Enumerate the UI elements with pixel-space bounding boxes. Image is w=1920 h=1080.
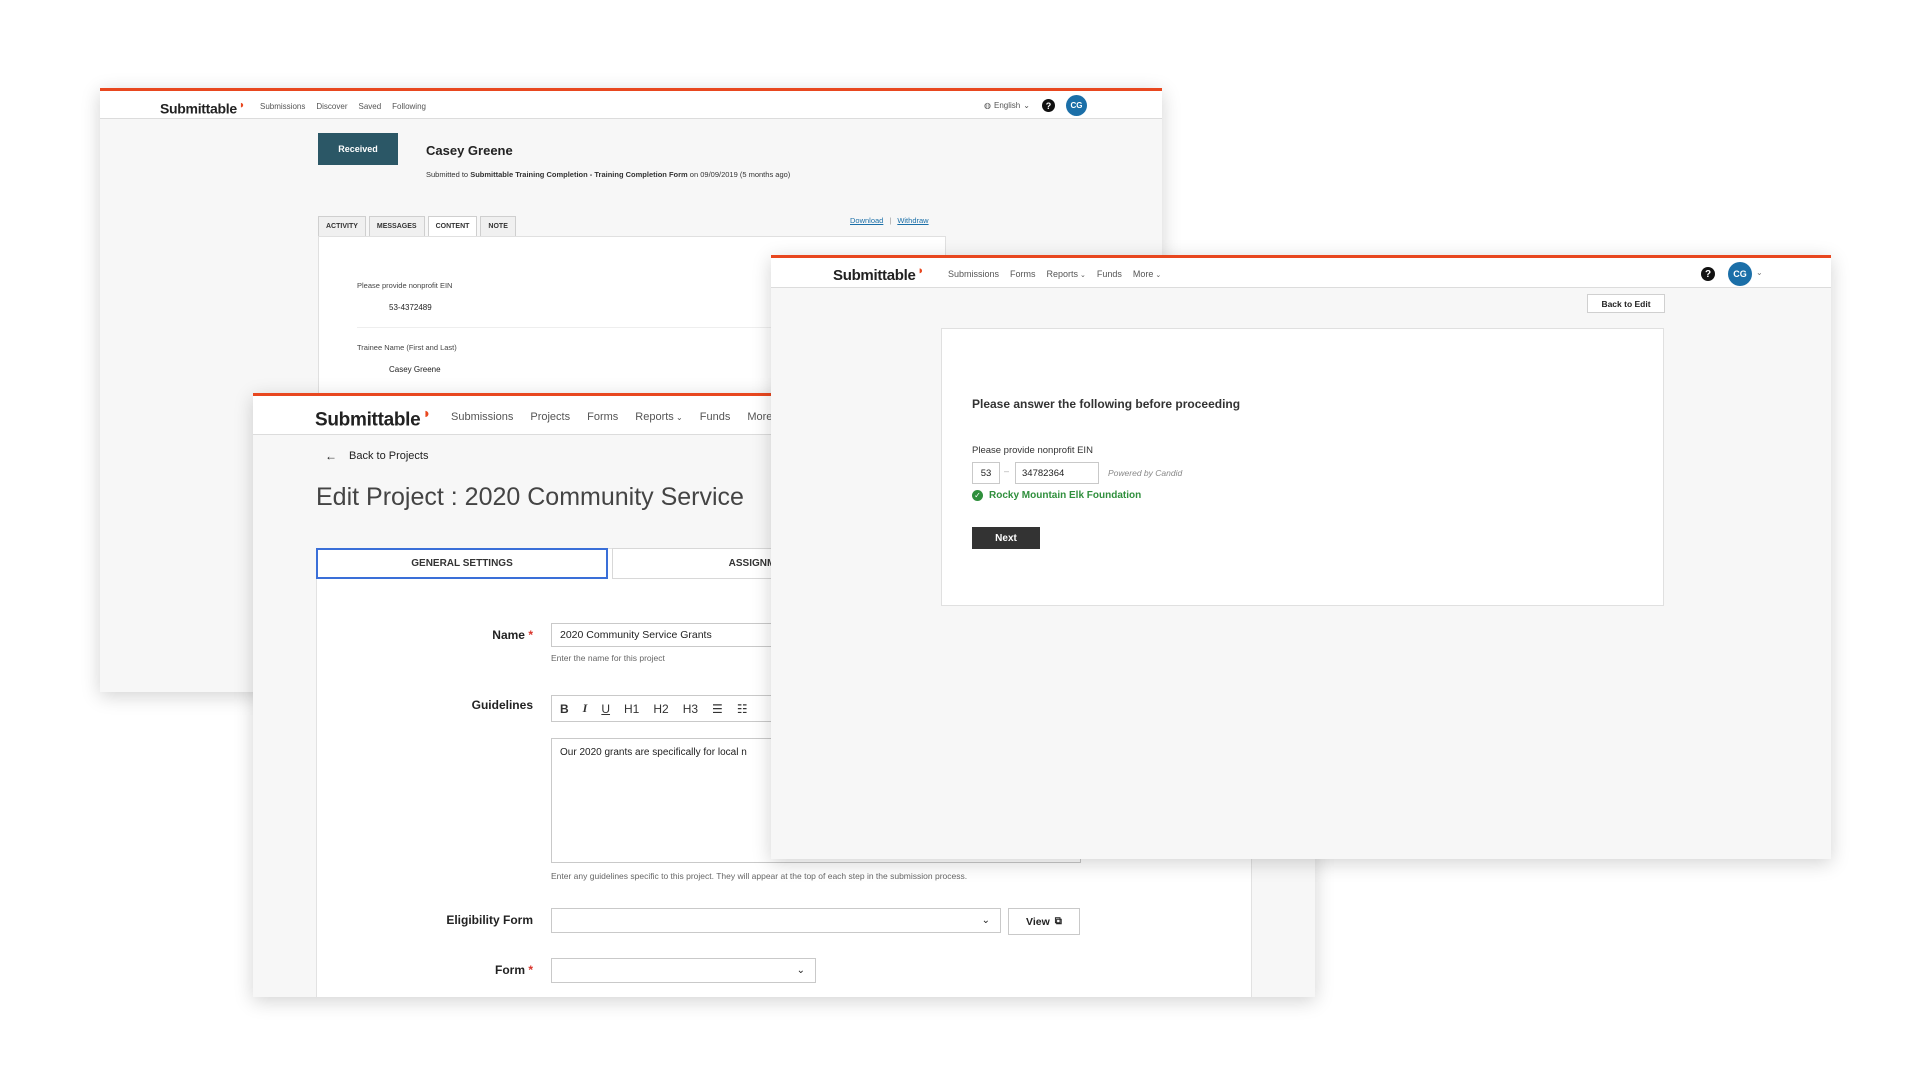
powered-by-label: Powered by Candid [1108, 468, 1183, 478]
org-match: ✓ Rocky Mountain Elk Foundation [972, 490, 1141, 501]
name-hint: Enter the name for this project [551, 653, 665, 663]
page-title: Edit Project : 2020 Community Service [316, 483, 744, 511]
tab-messages[interactable]: MESSAGES [368, 216, 425, 237]
eligibility-form-label: Eligibility Form [446, 913, 533, 927]
chevron-down-icon[interactable]: ⌄ [1756, 268, 1763, 277]
chevron-down-icon: ⌄ [1078, 272, 1086, 279]
tab-activity[interactable]: ACTIVITY [318, 216, 366, 237]
help-icon[interactable]: ? [1701, 267, 1715, 281]
chevron-down-icon: ⌄ [1153, 272, 1162, 279]
field-value: Casey Greene [389, 365, 441, 374]
nav-submissions[interactable]: Submissions [260, 102, 305, 111]
nav-reports[interactable]: Reports ⌄ [1047, 269, 1086, 279]
tab-note[interactable]: NOTE [480, 216, 516, 237]
next-button[interactable]: Next [972, 527, 1040, 549]
language-selector[interactable]: ◍ English ⌄ [984, 101, 1030, 110]
logo-mark-icon: ◗ [238, 99, 245, 111]
main-nav: Submissions Forms Reports ⌄ Funds More ⌄ [948, 269, 1161, 279]
chevron-down-icon: ⌄ [1023, 101, 1030, 110]
nav-forms[interactable]: Forms [587, 411, 618, 423]
logo-mark-icon: ◗ [422, 406, 431, 422]
avatar[interactable]: CG [1728, 262, 1752, 286]
bold-button[interactable]: B [560, 702, 569, 716]
top-nav-bar: Submittable ◗ Submissions Forms Reports ⌄… [771, 255, 1831, 288]
heading2-button[interactable]: H2 [653, 702, 668, 716]
field-label: Please provide nonprofit EIN [357, 281, 453, 290]
top-nav-bar: Submittable ◗ Submissions Discover Saved … [100, 88, 1162, 119]
italic-button[interactable]: I [583, 701, 588, 716]
submittable-logo[interactable]: Submittable ◗ [315, 406, 431, 431]
check-circle-icon: ✓ [972, 490, 983, 501]
nav-submissions[interactable]: Submissions [948, 269, 999, 279]
nav-submissions[interactable]: Submissions [451, 411, 513, 423]
guidelines-hint: Enter any guidelines specific to this pr… [551, 871, 968, 881]
form-label: Form * [494, 963, 533, 977]
eligibility-heading: Please answer the following before proce… [972, 397, 1241, 411]
status-badge: Received [318, 133, 398, 165]
arrow-left-icon: ← [325, 449, 337, 463]
avatar[interactable]: CG [1066, 95, 1087, 116]
main-nav: Submissions Projects Forms Reports ⌄ Fun… [451, 411, 781, 423]
field-value: 53-4372489 [389, 303, 432, 312]
ein-number-input[interactable]: 34782364 [1015, 462, 1099, 484]
name-label: Name * [492, 628, 533, 642]
field-label: Trainee Name (First and Last) [357, 343, 457, 352]
heading1-button[interactable]: H1 [624, 702, 639, 716]
nav-following[interactable]: Following [392, 102, 426, 111]
eligibility-window: Submittable ◗ Submissions Forms Reports ⌄… [771, 255, 1831, 859]
view-button[interactable]: View ⧉ [1008, 908, 1080, 935]
tab-content[interactable]: CONTENT [427, 216, 478, 237]
main-nav: Submissions Discover Saved Following [260, 102, 426, 111]
heading3-button[interactable]: H3 [683, 702, 698, 716]
help-icon[interactable]: ? [1042, 99, 1055, 112]
chevron-down-icon: ⌄ [673, 413, 683, 422]
numbered-list-icon[interactable]: ☷ [737, 702, 748, 716]
download-link[interactable]: Download [850, 216, 883, 225]
nav-funds[interactable]: Funds [700, 411, 731, 423]
nav-more[interactable]: More ⌄ [1133, 269, 1161, 279]
nav-funds[interactable]: Funds [1097, 269, 1122, 279]
nav-reports[interactable]: Reports ⌄ [635, 411, 682, 423]
external-link-icon: ⧉ [1054, 916, 1062, 927]
submittable-logo[interactable]: Submittable ◗ [833, 265, 924, 284]
ein-prefix-input[interactable]: 53 [972, 462, 1000, 484]
ein-dash: – [1004, 466, 1010, 476]
nav-saved[interactable]: Saved [358, 102, 381, 111]
submission-info: Submitted to Submittable Training Comple… [426, 170, 791, 179]
eligibility-form-select[interactable]: ⌄ [551, 908, 1001, 933]
chevron-down-icon: ⌄ [796, 965, 805, 976]
back-to-projects-link[interactable]: ← Back to Projects [325, 449, 428, 463]
back-to-edit-button[interactable]: Back to Edit [1587, 294, 1665, 313]
withdraw-link[interactable]: Withdraw [897, 216, 928, 225]
submission-tabs: ACTIVITY MESSAGES CONTENT NOTE [318, 216, 519, 237]
nav-projects[interactable]: Projects [530, 411, 570, 423]
globe-icon: ◍ [984, 101, 991, 110]
chevron-down-icon: ⌄ [981, 915, 990, 926]
logo-mark-icon: ◗ [917, 265, 925, 277]
underline-button[interactable]: U [601, 702, 610, 716]
ein-label: Please provide nonprofit EIN [972, 445, 1093, 456]
bullet-list-icon[interactable]: ☰ [712, 702, 723, 716]
eligibility-card: Please answer the following before proce… [941, 328, 1664, 606]
submittable-logo[interactable]: Submittable ◗ [160, 99, 245, 117]
guidelines-label: Guidelines [471, 698, 533, 712]
tab-general-settings[interactable]: GENERAL SETTINGS [316, 548, 608, 579]
submitter-name: Casey Greene [426, 143, 513, 158]
form-select[interactable]: ⌄ [551, 958, 816, 983]
submission-actions: Download | Withdraw [850, 216, 929, 225]
nav-discover[interactable]: Discover [316, 102, 347, 111]
nav-forms[interactable]: Forms [1010, 269, 1036, 279]
